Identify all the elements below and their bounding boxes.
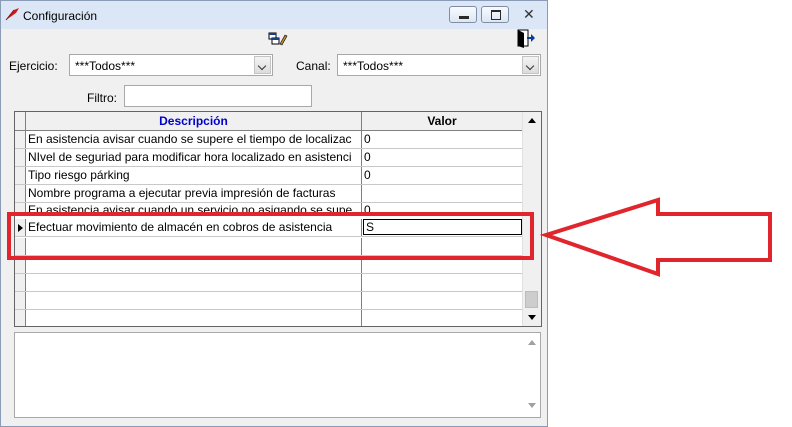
valor-column-header[interactable]: Valor <box>362 112 522 130</box>
exit-button[interactable] <box>515 28 537 48</box>
filtro-input[interactable] <box>124 85 312 107</box>
ejercicio-value: ***Todos*** <box>75 59 136 73</box>
red-arrow-icon <box>540 197 772 277</box>
ejercicio-label: Ejercicio: <box>9 59 58 73</box>
row-indicator[interactable] <box>15 167 26 184</box>
memo-textarea[interactable] <box>14 332 541 418</box>
descripcion-cell[interactable]: Nombre programa a ejecutar previa impres… <box>26 185 362 202</box>
row-indicator[interactable] <box>15 149 26 166</box>
scroll-down-icon[interactable] <box>523 309 541 326</box>
row-indicator <box>15 274 26 291</box>
table-row[interactable]: Tipo riesgo párking 0 <box>15 167 523 185</box>
memo-scrollbar[interactable] <box>523 333 540 417</box>
table-row[interactable]: NIvel de seguriad para modificar hora lo… <box>15 149 523 167</box>
exit-door-icon <box>517 29 535 48</box>
empty-row <box>15 310 523 326</box>
table-row[interactable]: En asistencia avisar cuando se supere el… <box>15 131 523 149</box>
empty-cell <box>26 274 362 291</box>
canal-label: Canal: <box>296 59 331 73</box>
canal-value: ***Todos*** <box>343 59 404 73</box>
ejercicio-select[interactable]: ***Todos*** <box>69 54 273 76</box>
empty-cell <box>26 292 362 309</box>
empty-row <box>15 274 523 292</box>
close-button[interactable]: ✕ <box>513 6 545 23</box>
window-title: Configuración <box>23 9 98 23</box>
minimize-button[interactable] <box>449 6 477 23</box>
scroll-up-icon[interactable] <box>523 112 541 129</box>
row-indicator <box>15 292 26 309</box>
valor-cell[interactable]: 0 <box>362 149 524 166</box>
table-row[interactable]: Nombre programa a ejecutar previa impres… <box>15 185 523 203</box>
empty-row <box>15 292 523 310</box>
descripcion-cell[interactable]: Tipo riesgo párking <box>26 167 362 184</box>
descripcion-cell[interactable]: NIvel de seguriad para modificar hora lo… <box>26 149 362 166</box>
valor-cell[interactable]: 0 <box>362 167 524 184</box>
app-logo-icon <box>5 8 19 21</box>
grid-header: Descripción Valor <box>15 112 523 131</box>
row-indicator[interactable] <box>15 185 26 202</box>
descripcion-cell[interactable]: En asistencia avisar cuando se supere el… <box>26 131 362 148</box>
descripcion-column-header[interactable]: Descripción <box>26 112 362 130</box>
canal-select[interactable]: ***Todos*** <box>337 54 541 76</box>
title-bar[interactable]: Configuración ✕ <box>1 1 547 29</box>
maximize-button[interactable] <box>481 6 509 23</box>
edit-form-icon <box>268 32 288 46</box>
row-indicator[interactable] <box>15 131 26 148</box>
chevron-down-icon[interactable] <box>254 56 271 74</box>
row-indicator-header <box>15 112 26 130</box>
close-icon: ✕ <box>523 6 535 22</box>
valor-cell[interactable]: 0 <box>362 131 524 148</box>
red-highlight-box <box>7 212 534 260</box>
empty-cell <box>26 310 362 326</box>
filtro-label: Filtro: <box>87 91 117 105</box>
valor-cell[interactable] <box>362 185 524 202</box>
chevron-down-icon[interactable] <box>522 56 539 74</box>
row-indicator <box>15 310 26 326</box>
scroll-thumb[interactable] <box>525 291 538 308</box>
edit-form-button[interactable] <box>266 29 288 49</box>
